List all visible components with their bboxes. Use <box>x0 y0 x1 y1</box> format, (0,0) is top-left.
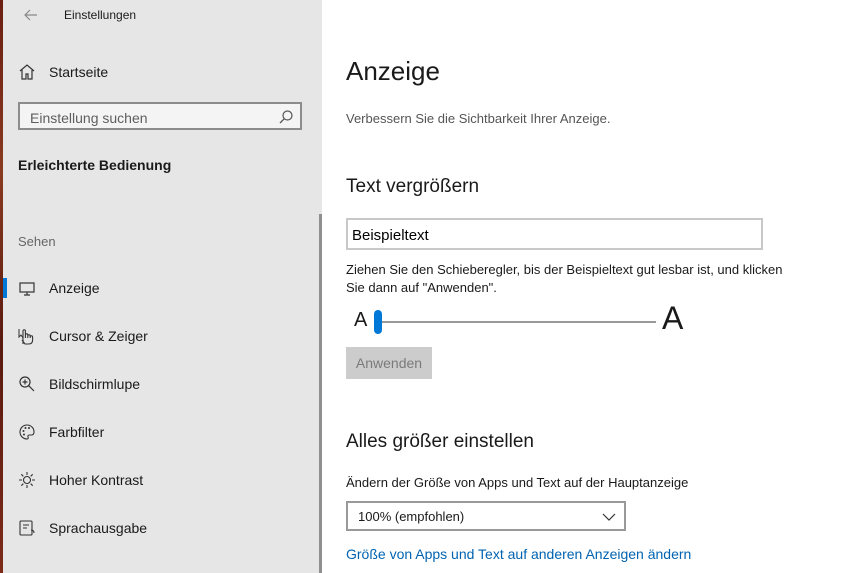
magnifier-icon <box>17 374 37 394</box>
section-title: Erleichterte Bedienung <box>18 157 172 173</box>
text-size-slider-thumb[interactable] <box>374 310 382 334</box>
sidebar-item-hoher-kontrast[interactable]: Hoher Kontrast <box>3 460 322 500</box>
sidebar-item-home[interactable]: Startseite <box>3 52 322 92</box>
back-button[interactable] <box>20 4 42 26</box>
slider-max-label: A <box>662 300 684 336</box>
sample-text-box: Beispieltext <box>346 218 763 250</box>
palette-icon <box>17 422 37 442</box>
monitor-icon <box>17 278 37 298</box>
search-placeholder: Einstellung suchen <box>30 110 148 126</box>
text-size-slider-track[interactable] <box>376 321 656 323</box>
text-size-heading: Text vergrößern <box>346 176 480 197</box>
search-icon[interactable] <box>278 109 294 125</box>
sidebar-item-label: Bildschirmlupe <box>49 376 141 392</box>
sidebar-item-label: Startseite <box>49 64 109 80</box>
sidebar-item-label: Cursor & Zeiger <box>49 328 148 344</box>
sun-icon <box>17 470 37 490</box>
narrator-icon <box>17 518 37 538</box>
scale-label: Ändern der Größe von Apps und Text auf d… <box>346 475 689 490</box>
sidebar-item-label: Farbfilter <box>49 424 105 440</box>
main-content: Anzeige Verbessern Sie die Sichtbarkeit … <box>322 0 847 573</box>
app-title: Einstellungen <box>64 8 137 22</box>
sidebar-item-sprachausgabe[interactable]: Sprachausgabe <box>3 508 322 548</box>
page-title: Anzeige <box>346 56 440 86</box>
other-displays-link[interactable]: Größe von Apps und Text auf anderen Anze… <box>346 546 691 562</box>
search-input[interactable]: Einstellung suchen <box>18 102 302 130</box>
sidebar: Einstellungen Startseite Einstellung suc… <box>3 0 322 573</box>
slider-description: Ziehen Sie den Schieberegler, bis der Be… <box>346 262 783 295</box>
group-label: Sehen <box>18 234 56 249</box>
slider-min-label: A <box>354 309 368 331</box>
scale-dropdown-value: 100% (empfohlen) <box>358 509 465 524</box>
back-arrow-icon <box>24 9 37 21</box>
sidebar-item-label: Sprachausgabe <box>49 520 148 536</box>
scale-heading: Alles größer einstellen <box>346 431 534 452</box>
page-subtitle: Verbessern Sie die Sichtbarkeit Ihrer An… <box>346 111 611 126</box>
sidebar-item-anzeige[interactable]: Anzeige <box>3 268 322 308</box>
sidebar-item-farbfilter[interactable]: Farbfilter <box>3 412 322 452</box>
sidebar-item-bildschirmlupe[interactable]: Bildschirmlupe <box>3 364 322 404</box>
pointer-icon <box>17 326 37 346</box>
sidebar-item-label: Anzeige <box>49 280 100 296</box>
scale-dropdown[interactable]: 100% (empfohlen) <box>346 501 626 531</box>
sample-text: Beispieltext <box>352 227 429 244</box>
chevron-down-icon <box>602 510 616 524</box>
apply-button[interactable]: Anwenden <box>346 347 432 379</box>
sidebar-item-label: Hoher Kontrast <box>49 472 144 488</box>
sidebar-item-cursor[interactable]: Cursor & Zeiger <box>3 316 322 356</box>
home-icon <box>17 62 37 82</box>
